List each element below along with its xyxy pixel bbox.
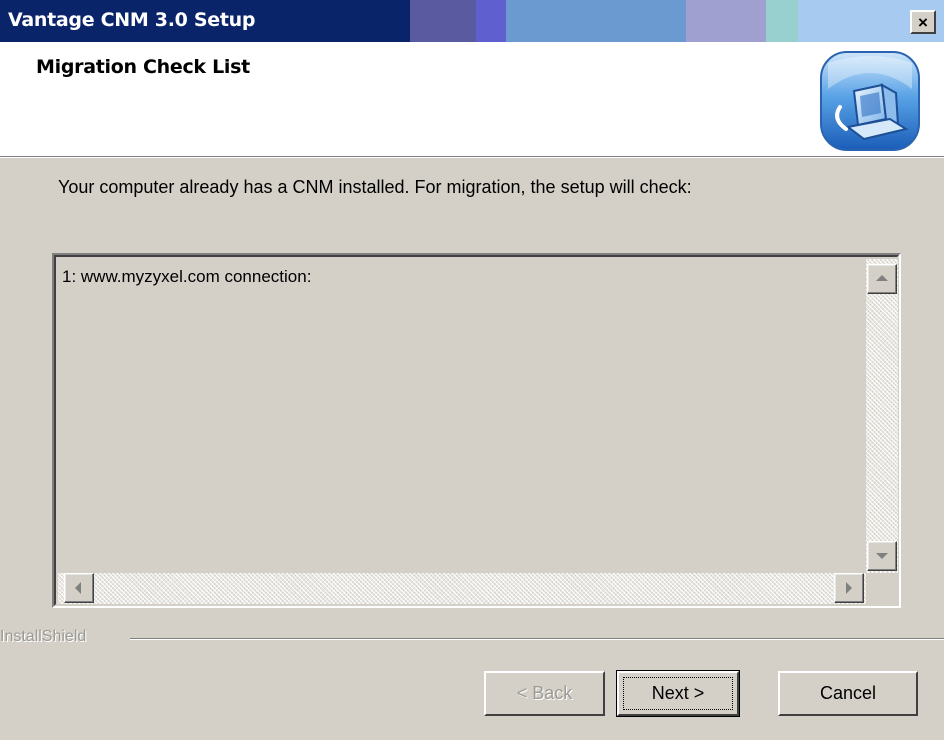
vertical-scrollbar[interactable] — [866, 259, 898, 579]
scroll-down-button[interactable] — [867, 541, 897, 571]
arrow-right-icon — [846, 582, 852, 594]
window-title: Vantage CNM 3.0 Setup — [8, 9, 256, 31]
cancel-button[interactable]: Cancel — [778, 671, 918, 716]
next-button[interactable]: Next > — [616, 670, 740, 717]
check-list-inner: 1: www.myzyxel.com connection: — [54, 255, 899, 606]
back-button[interactable]: < Back — [484, 671, 605, 716]
scroll-right-button[interactable] — [834, 573, 864, 603]
header-divider-highlight — [0, 157, 944, 158]
arrow-up-icon — [876, 275, 888, 281]
scroll-up-button[interactable] — [867, 264, 897, 294]
title-bar-segment — [476, 0, 506, 42]
scrollbar-corner — [866, 573, 898, 604]
horizontal-scrollbar[interactable] — [58, 573, 866, 604]
installshield-brand: InstallShield — [0, 628, 87, 645]
arrow-left-icon — [75, 582, 81, 594]
close-icon: × — [918, 12, 928, 32]
footer-divider-highlight — [130, 639, 944, 640]
arrow-down-icon — [876, 553, 888, 559]
title-bar-segment — [766, 0, 798, 42]
installshield-computer-icon — [820, 51, 920, 151]
check-list-box[interactable]: 1: www.myzyxel.com connection: — [52, 253, 901, 608]
focus-rectangle — [623, 677, 733, 710]
title-bar-segment — [506, 0, 686, 42]
title-bar-segment — [410, 0, 476, 42]
close-button[interactable]: × — [910, 10, 936, 34]
instruction-text: Your computer already has a CNM installe… — [58, 177, 692, 197]
list-item: 1: www.myzyxel.com connection: — [62, 267, 312, 286]
page-title: Migration Check List — [36, 56, 250, 78]
title-bar-segment — [686, 0, 766, 42]
scroll-left-button[interactable] — [64, 573, 94, 603]
